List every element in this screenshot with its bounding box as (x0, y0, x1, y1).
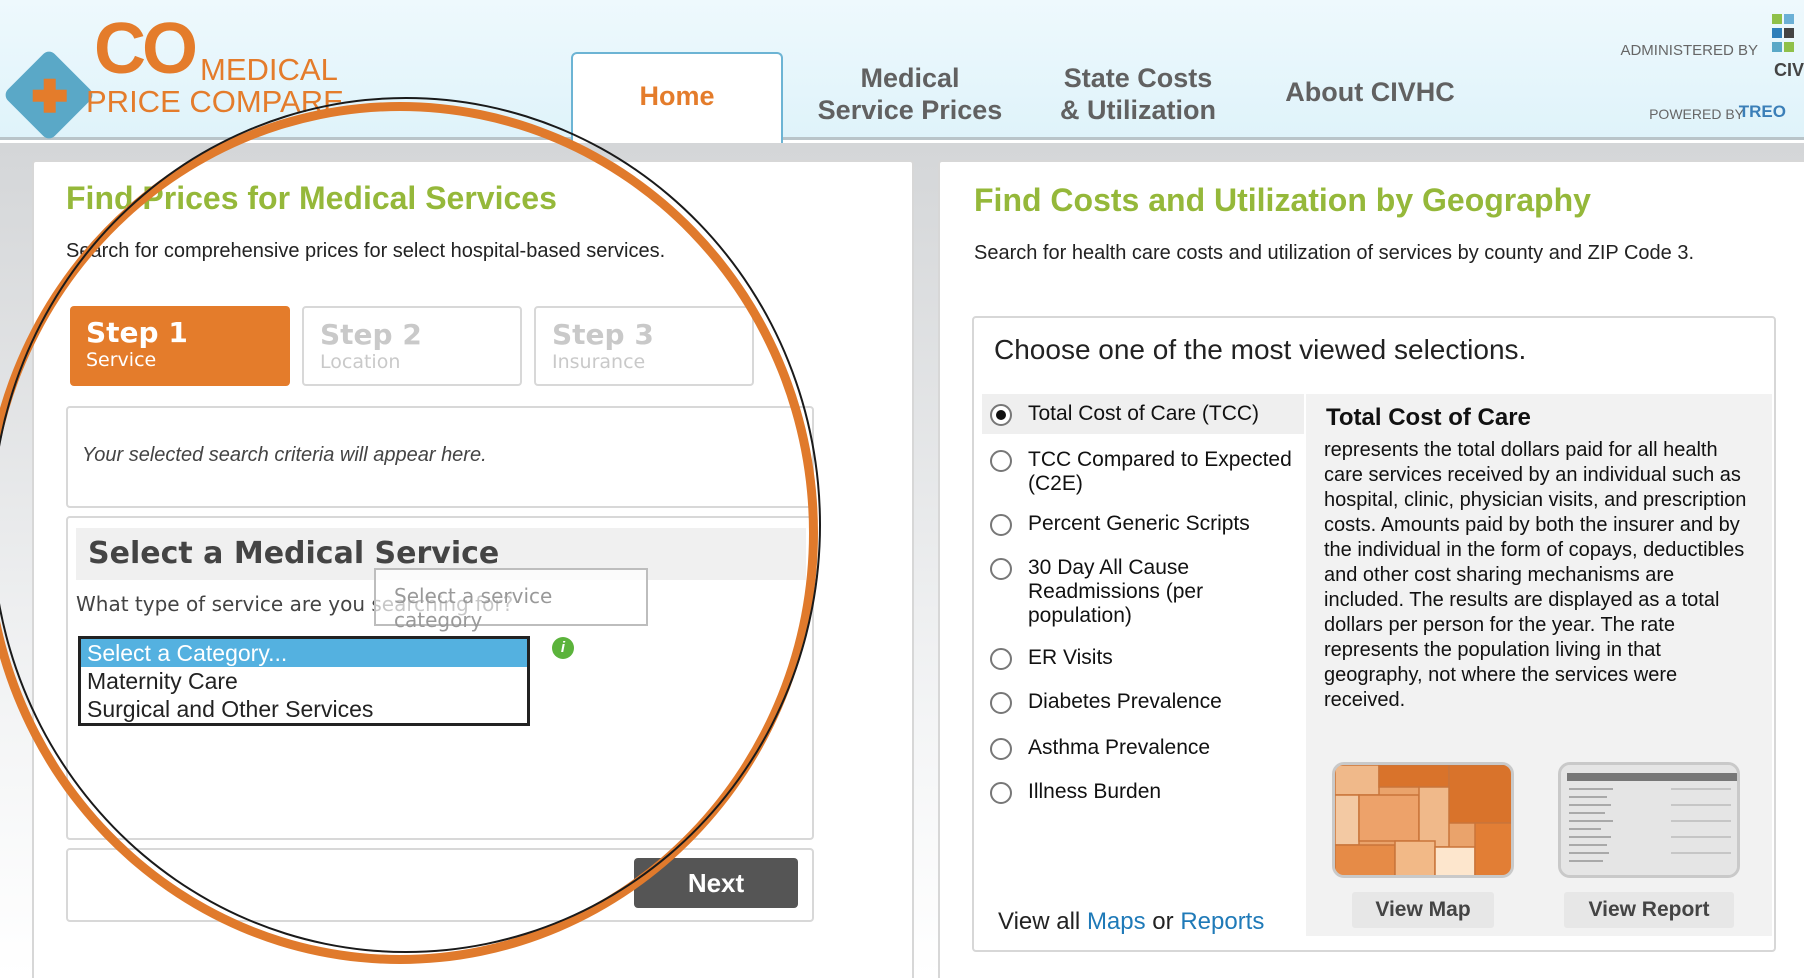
administered-by-text: ADMINISTERED BY (1620, 42, 1758, 59)
radio-total-cost-of-care[interactable]: Total Cost of Care (TCC) (990, 402, 1259, 426)
tab-state-costs-utilization[interactable]: State Costs & Utilization (1040, 50, 1236, 140)
logo-medical: MEDICAL (200, 52, 338, 87)
tcc-text: represents the total dollars paid for al… (1324, 439, 1747, 711)
tab-home[interactable]: Home (571, 52, 783, 144)
view-report-button[interactable]: View Report (1564, 892, 1734, 928)
view-all-links: View all Maps or Reports (998, 908, 1265, 935)
treo-logo: TREO (1738, 102, 1786, 121)
radio-illness-burden[interactable]: Illness Burden (990, 780, 1161, 804)
report-thumbnail[interactable] (1558, 762, 1740, 878)
maps-link[interactable]: Maps (1087, 908, 1146, 935)
logo-co: CO (94, 9, 198, 89)
price-tag-icon (2, 48, 96, 142)
radio-tcc-compared[interactable]: TCC Compared to Expected (C2E) (990, 448, 1300, 496)
map-thumbnail[interactable] (1332, 762, 1514, 878)
radio-percent-generic[interactable]: Percent Generic Scripts (990, 512, 1250, 536)
view-map-button[interactable]: View Map (1352, 892, 1494, 928)
find-costs-title: Find Costs and Utilization by Geography (974, 182, 1591, 218)
radio-asthma[interactable]: Asthma Prevalence (990, 736, 1210, 760)
choose-selection-heading: Choose one of the most viewed selections… (994, 334, 1527, 365)
tab-medical-service-prices[interactable]: Medical Service Prices (800, 50, 1020, 140)
tcc-title: Total Cost of Care (1326, 404, 1531, 431)
powered-by-text: POWERED BY (1649, 106, 1744, 122)
civhc-logo-text: CIV (1773, 60, 1804, 80)
radio-er-visits[interactable]: ER Visits (990, 646, 1113, 670)
tab-about-civhc[interactable]: About CIVHC (1260, 50, 1480, 140)
radio-diabetes[interactable]: Diabetes Prevalence (990, 690, 1222, 714)
reports-link[interactable]: Reports (1180, 908, 1264, 935)
radio-button-selected[interactable] (990, 404, 1012, 426)
site-header: CO MEDICAL PRICE COMPARE Home Medical Ser… (0, 0, 1804, 144)
radio-30-day-readmissions[interactable]: 30 Day All Cause Readmissions (per popul… (990, 556, 1230, 628)
find-costs-description: Search for health care costs and utiliza… (974, 242, 1695, 264)
magnifier-inner-ring (0, 97, 821, 953)
